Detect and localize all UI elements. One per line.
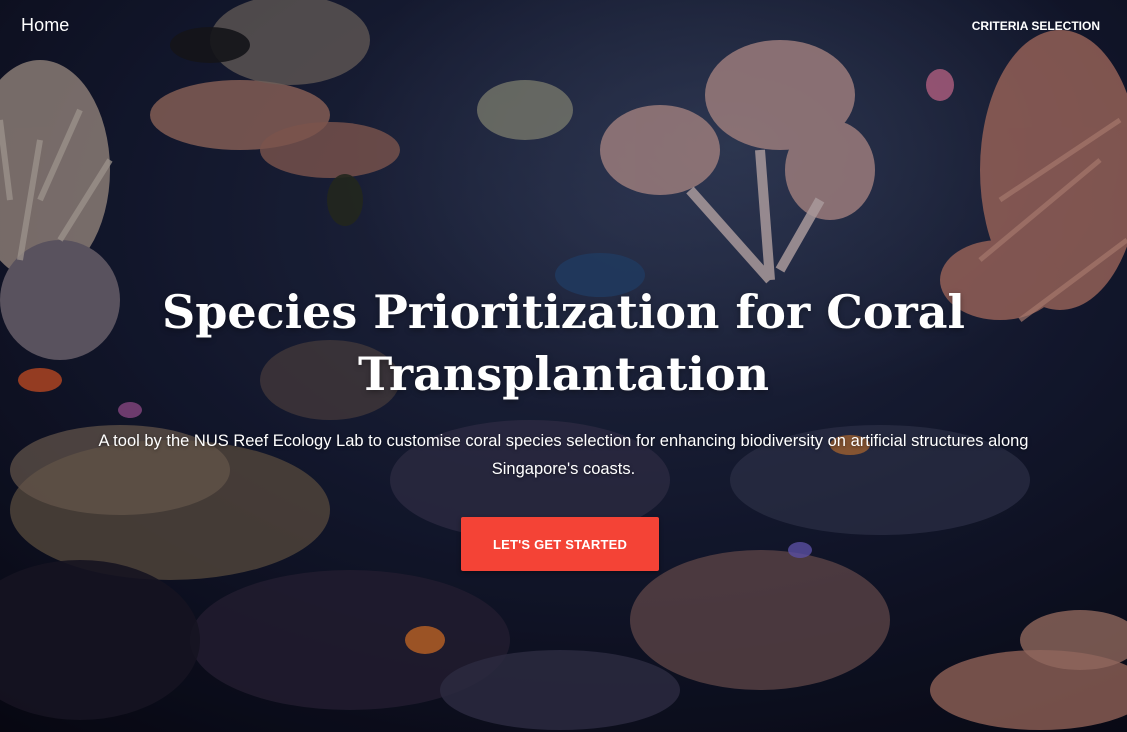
top-navigation: Home CRITERIA SELECTION (0, 0, 1127, 52)
hero-subtitle: A tool by the NUS Reef Ecology Lab to cu… (98, 432, 1029, 478)
hero-title: Species Prioritization for Coral Transpl… (161, 285, 966, 401)
page: Home CRITERIA SELECTION Species Prioriti… (0, 0, 1127, 732)
get-started-button[interactable]: LET'S GET STARTED (461, 517, 659, 571)
nav-criteria-selection-link[interactable]: CRITERIA SELECTION (972, 19, 1100, 33)
hero-section: Species Prioritization for Coral Transpl… (0, 281, 1127, 483)
nav-home-link[interactable]: Home (21, 15, 69, 36)
